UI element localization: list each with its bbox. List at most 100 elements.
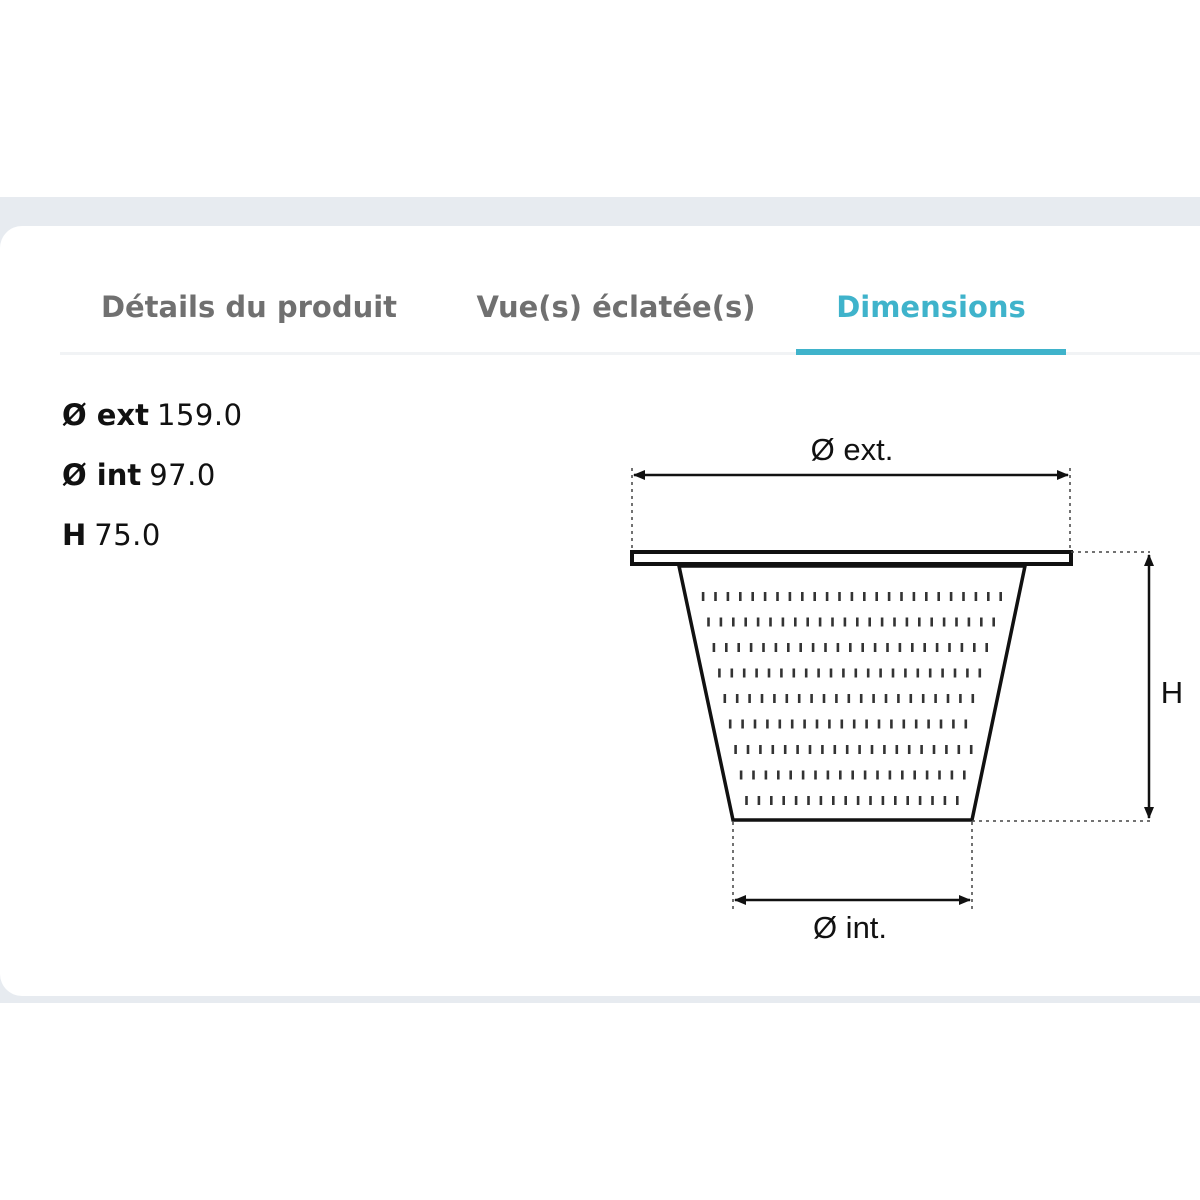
perforation-hole	[759, 745, 762, 754]
perforation-hole	[839, 770, 842, 780]
perforation-hole	[778, 719, 782, 729]
perforation-hole	[831, 617, 834, 627]
perforation-hole	[813, 592, 816, 601]
perforation-hole	[725, 643, 728, 652]
page: Détails du produit Vue(s) éclatée(s) Dim…	[0, 0, 1200, 1200]
perforation-hole	[927, 719, 930, 729]
perforation-hole	[764, 770, 768, 780]
perforation-hole	[810, 694, 813, 703]
perforation-hole	[829, 668, 833, 678]
perforation-hole	[760, 694, 764, 703]
perforation-hole	[799, 643, 802, 652]
perforation-hole	[773, 694, 776, 703]
perforation-hole	[701, 592, 705, 601]
perforation-hole	[840, 719, 844, 729]
perforation-hole	[913, 770, 916, 780]
perforation-hole	[918, 796, 922, 805]
perforation-hole	[807, 796, 810, 805]
perforation-hole	[937, 592, 940, 601]
perforation-hole	[932, 745, 936, 754]
perforation-hole	[763, 592, 767, 601]
perforation-hole	[726, 592, 730, 601]
perforation-hole	[859, 694, 863, 703]
perforation-hole	[949, 592, 953, 601]
perforation-hole	[845, 745, 849, 754]
perforation-hole	[969, 745, 973, 754]
perforation-hole	[923, 643, 926, 652]
perforation-hole	[790, 719, 794, 729]
perforation-hole	[939, 719, 943, 729]
perforation-hole	[843, 617, 847, 627]
perforation-hole	[960, 643, 964, 652]
perforation-hole	[893, 617, 896, 627]
perforation-hole	[762, 643, 765, 652]
perforation-hole	[869, 796, 872, 805]
perforation-hole	[955, 617, 958, 627]
basket-rim	[630, 550, 1073, 566]
perforation-hole	[985, 643, 988, 652]
perforation-hole	[794, 796, 798, 805]
perforation-hole	[952, 719, 955, 729]
perforation-hole	[980, 617, 983, 627]
perforation-hole	[811, 643, 815, 652]
perforation-hole	[745, 796, 748, 805]
perforation-hole	[914, 719, 918, 729]
tab-exploded-views[interactable]: Vue(s) éclatée(s)	[474, 268, 758, 352]
active-tab-indicator	[796, 349, 1066, 355]
tab-dimensions[interactable]: Dimensions	[796, 268, 1066, 355]
perforation-hole	[794, 617, 797, 627]
perforation-hole	[945, 745, 948, 754]
dimension-label: Ø ext	[62, 398, 149, 432]
perforation-hole	[978, 668, 982, 678]
tab-label: Vue(s) éclatée(s)	[476, 290, 756, 324]
perforation-hole	[876, 770, 879, 780]
perforation-hole	[835, 694, 838, 703]
perforation-hole	[948, 643, 951, 652]
perforation-hole	[788, 592, 792, 601]
perforation-hole	[804, 668, 808, 678]
perforation-hole	[906, 796, 909, 805]
perforation-hole	[756, 617, 760, 627]
perforation-hole	[742, 668, 746, 678]
dimension-row-height: H 75.0	[62, 518, 243, 578]
perforation-hole	[851, 770, 854, 780]
perforation-hole	[737, 643, 740, 652]
perforation-hole	[942, 617, 946, 627]
perforation-hole	[748, 694, 751, 703]
perforation-hole	[735, 694, 739, 703]
perforation-hole	[856, 617, 859, 627]
perforation-hole	[850, 592, 854, 601]
perforation-hole	[912, 592, 916, 601]
perforation-hole	[849, 643, 852, 652]
perforation-hole	[819, 796, 823, 805]
perforation-hole	[739, 592, 742, 601]
perforation-hole	[755, 668, 758, 678]
perforation-hole	[920, 745, 923, 754]
tab-label: Détails du produit	[100, 290, 398, 324]
tab-product-details[interactable]: Détails du produit	[94, 268, 404, 352]
perforation-hole	[934, 694, 937, 703]
perforation-hole	[890, 719, 893, 729]
perforation-hole	[870, 745, 874, 754]
perforation-hole	[844, 796, 847, 805]
perforation-hole	[863, 592, 866, 601]
perforation-hole	[898, 643, 902, 652]
perforation-hole	[971, 694, 975, 703]
perforation-hole	[875, 592, 878, 601]
perforation-hole	[992, 617, 995, 627]
dimensions-list: Ø ext 159.0 Ø int 97.0 H 75.0	[62, 398, 243, 578]
perforation-hole	[814, 770, 817, 780]
perforation-hole	[905, 617, 909, 627]
perforation-hole	[769, 617, 772, 627]
perforation-hole	[872, 694, 875, 703]
perforation-hole	[734, 745, 737, 754]
perforation-hole	[881, 796, 885, 805]
perforation-hole	[803, 719, 806, 729]
perforation-hole	[821, 745, 824, 754]
perforation-hole	[928, 668, 932, 678]
tab-label: Dimensions	[836, 290, 1026, 324]
tab-bar: Détails du produit Vue(s) éclatée(s) Dim…	[60, 268, 1200, 355]
perforation-hole	[904, 668, 907, 678]
perforation-hole	[963, 770, 966, 780]
perforation-hole	[714, 592, 717, 601]
